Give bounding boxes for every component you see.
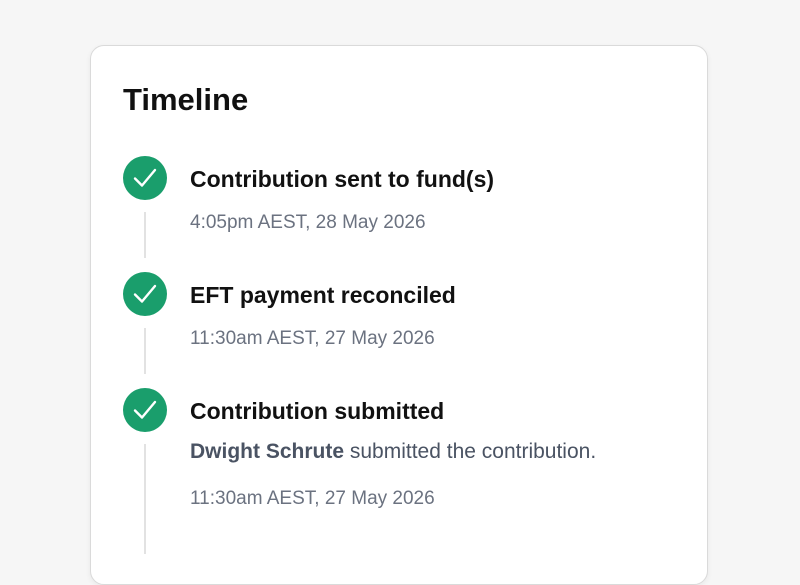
event-title: EFT payment reconciled xyxy=(190,282,456,308)
timeline-event: EFT payment reconciled 11:30am AEST, 27 … xyxy=(91,272,707,372)
timeline-event: Contribution sent to fund(s) 4:05pm AEST… xyxy=(91,156,707,256)
event-title: Contribution sent to fund(s) xyxy=(190,166,495,192)
event-description-text: submitted the contribution. xyxy=(349,440,597,463)
timeline-title: Timeline xyxy=(123,82,249,117)
timeline-card: Timeline Contribution sent to fund(s) 4:… xyxy=(90,45,708,585)
check-circle-icon xyxy=(123,272,167,316)
event-actor: Dwight Schrute xyxy=(190,440,345,463)
timeline-event: Contribution submitted Dwight Schrute su… xyxy=(91,388,707,548)
event-timestamp: 11:30am AEST, 27 May 2026 xyxy=(190,488,435,509)
event-timestamp: 11:30am AEST, 27 May 2026 xyxy=(190,328,435,349)
event-title: Contribution submitted xyxy=(190,398,445,424)
event-description: Dwight Schrute submitted the contributio… xyxy=(190,439,596,465)
event-timestamp: 4:05pm AEST, 28 May 2026 xyxy=(190,212,426,233)
check-circle-icon xyxy=(123,156,167,200)
check-circle-icon xyxy=(123,388,167,432)
